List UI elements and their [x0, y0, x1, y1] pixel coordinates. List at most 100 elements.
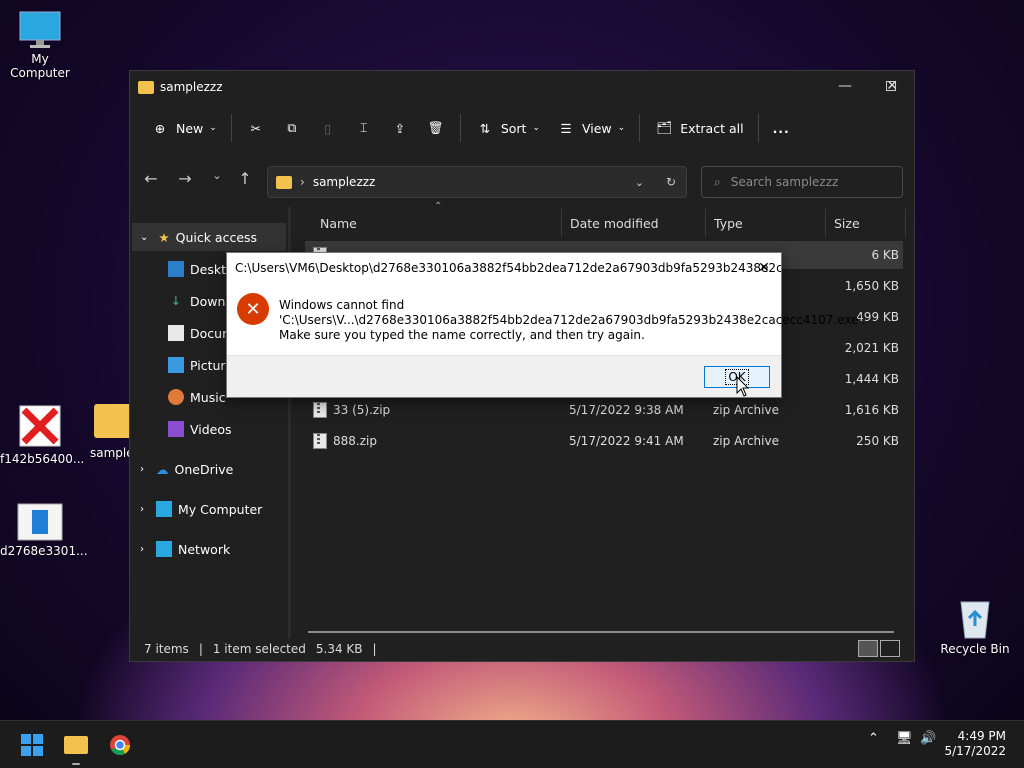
desktop-icon-label: d2768e3301... — [0, 544, 88, 558]
desktop-icon-label: samplez — [90, 446, 130, 460]
nav-item-quick-access[interactable]: ⌄ ★ Quick access — [132, 223, 286, 251]
start-button[interactable] — [14, 729, 50, 761]
file-size: 6 KB — [871, 248, 899, 262]
taskbar-file-explorer[interactable] — [58, 729, 94, 765]
extract-all-button[interactable]: 🗂 Extract all — [646, 111, 751, 145]
address-bar[interactable]: › samplezzz ⌄ ↻ — [267, 166, 687, 198]
error-icon: ✕ — [237, 293, 269, 325]
refresh-icon[interactable]: ↻ — [666, 175, 676, 189]
nav-item-onedrive[interactable]: › ☁ OneDrive — [140, 455, 286, 483]
clock-time: 4:49 PM — [957, 729, 1006, 743]
column-header-date[interactable]: Date modified — [562, 209, 706, 237]
tiles-view-icon[interactable] — [880, 640, 900, 657]
back-button[interactable]: ← — [136, 169, 166, 188]
separator — [459, 114, 461, 142]
music-icon — [168, 389, 184, 405]
close-icon: ✕ — [758, 260, 770, 276]
status-item-count: 7 items — [144, 642, 189, 656]
desktop-icon-samplez[interactable]: samplez — [82, 404, 130, 460]
file-date: 5/17/2022 9:38 AM — [569, 403, 684, 417]
close-icon: ✕ — [886, 78, 898, 94]
chrome-icon — [110, 735, 131, 756]
details-view-icon[interactable] — [858, 640, 878, 657]
cloud-icon: ☁ — [156, 461, 169, 477]
sort-button[interactable]: ⇅ Sort ⌄ — [467, 111, 548, 145]
message-line: 'C:\Users\V...\d2768e330106a3882f54bb2de… — [279, 313, 866, 327]
monitor-icon — [18, 10, 62, 50]
file-size: 250 KB — [856, 434, 899, 448]
status-size: 5.34 KB — [315, 642, 363, 656]
separator — [639, 114, 641, 142]
column-header-name[interactable]: Name — [312, 209, 562, 237]
download-arrow-icon: ↓ — [170, 293, 182, 308]
copy-button[interactable]: ⧉ — [274, 111, 310, 145]
taskbar-clock[interactable]: 4:49 PM 5/17/2022 — [944, 729, 1006, 759]
chevron-down-icon: ⌄ — [140, 231, 149, 243]
search-input[interactable]: ⌕ Search samplezzz — [701, 166, 903, 198]
star-icon: ★ — [158, 229, 170, 245]
column-header-size[interactable]: Size — [826, 209, 906, 237]
address-row: ← → ⌄ ↑ › samplezzz ⌄ ↻ ⌕ Search samplez… — [130, 153, 914, 207]
breadcrumb[interactable]: samplezzz — [313, 175, 376, 189]
chevron-right-icon: › — [140, 543, 144, 555]
desktop-icon-label: Recycle Bin — [940, 642, 1010, 656]
monitor-icon — [156, 501, 172, 517]
nav-item-videos[interactable]: Videos — [168, 415, 286, 443]
show-hidden-icons-chevron-icon[interactable]: ⌃ — [868, 731, 879, 746]
address-dropdown-icon[interactable]: ⌄ — [635, 176, 644, 189]
desktop-icon-my-computer[interactable]: My Computer — [0, 10, 80, 80]
desktop-icon-label: f142b56400... — [0, 452, 85, 466]
file-date: 5/17/2022 9:41 AM — [569, 434, 684, 448]
desktop-icon-d2768[interactable]: d2768e3301... — [0, 502, 88, 558]
dialog-close-button[interactable]: ✕ — [749, 253, 779, 283]
file-row[interactable]: 33 (5).zip 5/17/2022 9:38 AM zip Archive… — [305, 396, 903, 424]
scissors-icon: ✂ — [250, 120, 262, 136]
desktop-icon-recycle-bin[interactable]: Recycle Bin — [935, 596, 1015, 656]
minimize-button[interactable]: — — [822, 71, 868, 101]
forward-button[interactable]: → — [170, 169, 200, 188]
separator — [757, 114, 759, 142]
new-button[interactable]: ⊕ New ⌄ — [142, 111, 225, 145]
share-button[interactable]: ⇪ — [382, 111, 418, 145]
sort-label: Sort — [500, 120, 527, 136]
volume-icon[interactable]: 🔊 — [920, 731, 936, 746]
desktop-icon-f142b[interactable]: f142b56400... — [0, 402, 85, 466]
view-button[interactable]: ☰ View ⌄ — [548, 111, 633, 145]
recent-locations-button[interactable]: ⌄ — [202, 169, 232, 182]
document-icon — [168, 325, 184, 341]
desktop-icon-label: My Computer — [10, 52, 70, 80]
up-button[interactable]: ↑ — [230, 169, 260, 188]
breadcrumb-separator-icon: › — [300, 175, 305, 189]
nav-label: Quick access — [175, 229, 258, 245]
rename-button[interactable]: ⌶ — [346, 111, 382, 145]
extract-all-label: Extract all — [680, 120, 744, 136]
status-divider: | — [372, 642, 377, 656]
dialog-footer: OK — [227, 355, 781, 397]
separator — [230, 114, 232, 142]
title-bar[interactable]: samplezzz — [130, 71, 914, 103]
column-header-type[interactable]: Type — [706, 209, 826, 237]
file-type: zip Archive — [713, 434, 779, 448]
zip-file-icon — [313, 402, 327, 418]
video-icon — [168, 421, 184, 437]
paste-icon: ▯ — [324, 120, 332, 136]
cut-button[interactable]: ✂ — [238, 111, 274, 145]
folder-icon — [94, 404, 130, 438]
search-icon: ⌕ — [714, 174, 721, 189]
delete-button[interactable]: 🗑 — [418, 111, 454, 145]
recycle-bin-icon — [955, 596, 995, 640]
message-line: Make sure you typed the name correctly, … — [279, 328, 645, 342]
taskbar-chrome[interactable] — [102, 729, 138, 761]
column-label: Date modified — [570, 215, 659, 231]
horizontal-scrollbar[interactable] — [308, 631, 894, 633]
file-row[interactable]: 888.zip 5/17/2022 9:41 AM zip Archive 25… — [305, 427, 903, 455]
network-icon[interactable]: 🖥 — [896, 731, 913, 746]
dialog-title: C:\Users\VM6\Desktop\d2768e330106a3882f5… — [235, 261, 781, 275]
column-headers: Name ⌃ Date modified Type Size — [290, 201, 906, 237]
nav-item-network[interactable]: › Network — [140, 535, 286, 563]
paste-button[interactable]: ▯ — [310, 111, 346, 145]
extract-icon: 🗂 — [656, 120, 673, 135]
more-options-button[interactable]: ... — [765, 111, 798, 145]
window-title: samplezzz — [160, 80, 223, 94]
nav-item-my-computer[interactable]: › My Computer — [140, 495, 286, 523]
